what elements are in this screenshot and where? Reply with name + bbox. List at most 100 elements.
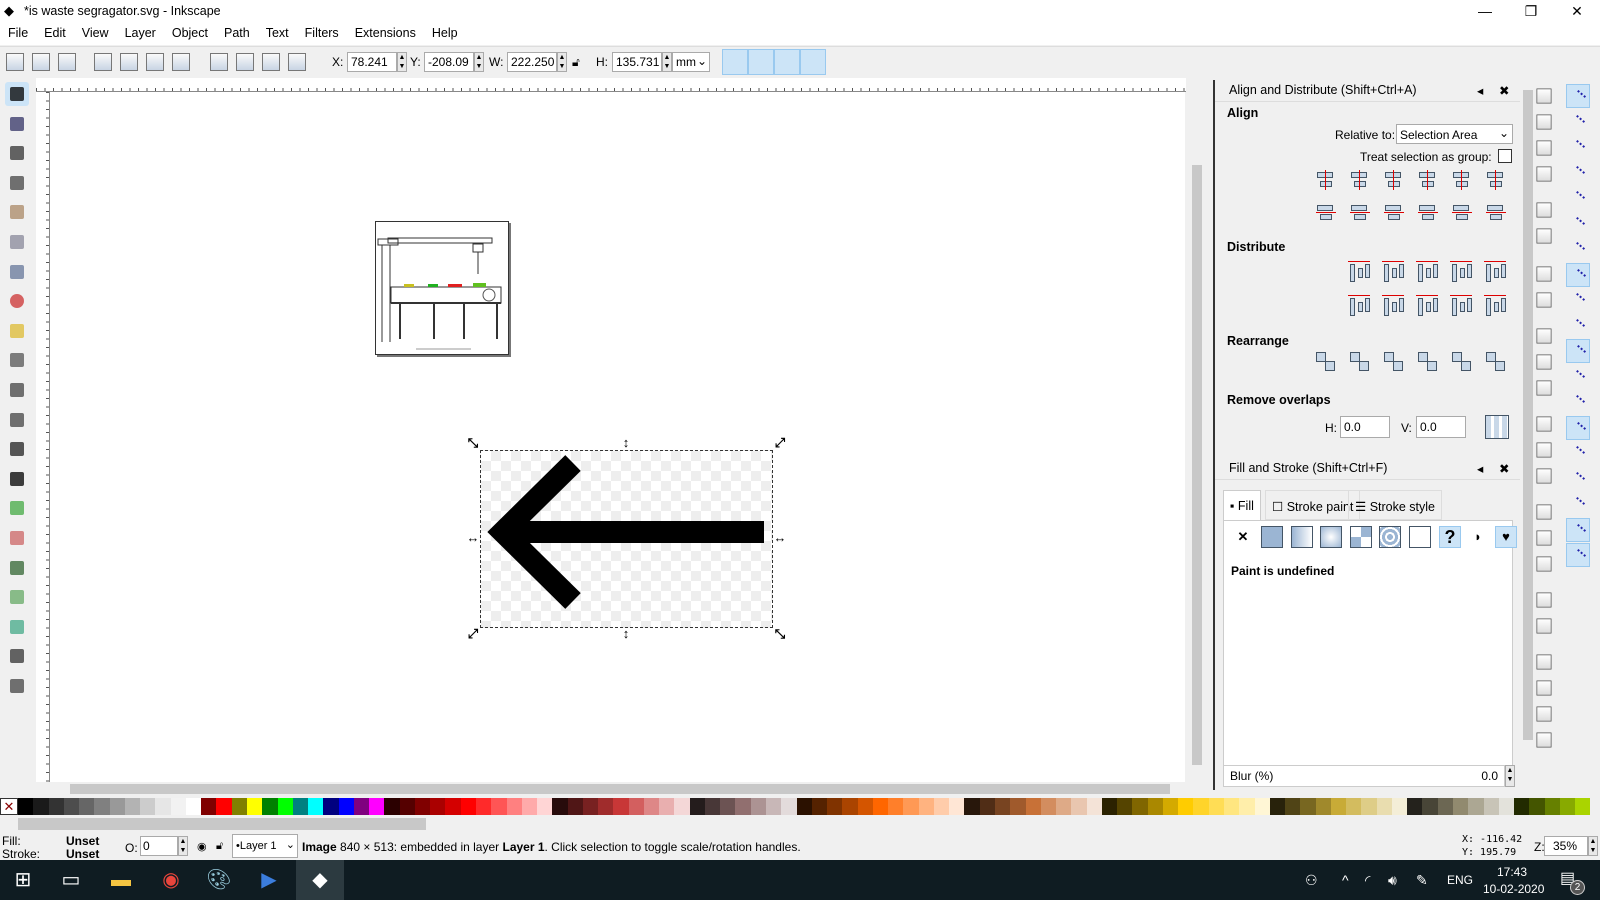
- paint-swatch-button[interactable]: [1409, 526, 1431, 548]
- language-indicator[interactable]: ENG: [1447, 873, 1473, 887]
- palette-swatch[interactable]: [1071, 798, 1087, 815]
- menu-text[interactable]: Text: [258, 23, 297, 45]
- raise-icon[interactable]: [262, 53, 280, 71]
- scale-corners-toggle[interactable]: [748, 49, 774, 75]
- lower-icon[interactable]: [236, 53, 254, 71]
- align-left-to-right-anchor-button[interactable]: [1450, 168, 1474, 192]
- exchange-clockwise-button[interactable]: [1416, 350, 1440, 374]
- page-drawing[interactable]: [375, 221, 509, 355]
- palette-swatch[interactable]: [949, 798, 965, 815]
- open-icon[interactable]: [1536, 114, 1552, 130]
- snap-bbox-edges-icon[interactable]: [1566, 135, 1590, 159]
- panel-close-icon[interactable]: ✖: [1499, 461, 1509, 476]
- y-input[interactable]: -208.09: [424, 52, 474, 72]
- show-hidden-icons-icon[interactable]: ^: [1342, 872, 1349, 888]
- snap-bbox-midpoints-icon[interactable]: [1566, 186, 1590, 210]
- palette-swatch[interactable]: [1559, 798, 1576, 815]
- palette-scrollbar[interactable]: [18, 818, 426, 830]
- palette-swatch[interactable]: [1285, 798, 1301, 815]
- palette-swatch[interactable]: [506, 798, 522, 815]
- clone-icon[interactable]: [1536, 504, 1552, 520]
- snap-nodes-icon[interactable]: [1566, 237, 1590, 261]
- palette-swatch[interactable]: [308, 798, 324, 815]
- palette-swatch[interactable]: [1468, 798, 1484, 815]
- palette-swatch[interactable]: [216, 798, 232, 815]
- lock-icon[interactable]: [1536, 530, 1552, 546]
- menu-layer[interactable]: Layer: [117, 23, 164, 45]
- move-patterns-toggle[interactable]: [800, 49, 826, 75]
- palette-swatch[interactable]: [1056, 798, 1072, 815]
- scale-handle-s[interactable]: ↕: [619, 627, 633, 641]
- node-tool-icon[interactable]: [5, 112, 29, 136]
- canvas[interactable]: [50, 92, 1185, 782]
- palette-swatch[interactable]: [140, 798, 156, 815]
- palette-swatch[interactable]: [369, 798, 385, 815]
- palette-swatch[interactable]: [674, 798, 690, 815]
- 3d-box-tool-icon[interactable]: [5, 260, 29, 284]
- vertical-ruler[interactable]: [36, 92, 50, 782]
- file-explorer-icon[interactable]: ▬: [98, 860, 144, 900]
- palette-swatch[interactable]: [995, 798, 1011, 815]
- zoom-tool-icon[interactable]: [5, 171, 29, 195]
- palette-swatch[interactable]: [155, 798, 171, 815]
- zoom-input[interactable]: 35%: [1544, 836, 1588, 856]
- palette-swatch[interactable]: [1330, 798, 1347, 815]
- snap-bbox-corners-icon[interactable]: [1566, 161, 1590, 185]
- scale-stroke-toggle[interactable]: [722, 49, 748, 75]
- palette-swatch[interactable]: [170, 798, 186, 815]
- palette-swatch[interactable]: [552, 798, 568, 815]
- select-all-icon[interactable]: [6, 53, 24, 71]
- tab-stroke-style[interactable]: ☰ Stroke style: [1348, 490, 1442, 520]
- palette-swatch[interactable]: [323, 798, 339, 815]
- palette-swatch[interactable]: [1452, 798, 1469, 815]
- palette-swatch[interactable]: [659, 798, 675, 815]
- unlock-icon[interactable]: [1536, 556, 1552, 572]
- palette-swatch[interactable]: [277, 798, 293, 815]
- measure-tool-icon[interactable]: [5, 200, 29, 224]
- palette-swatch[interactable]: [124, 798, 141, 815]
- align-bottom-to-top-anchor-button[interactable]: [1450, 201, 1474, 225]
- zoom-page-icon[interactable]: [1536, 468, 1552, 484]
- paint-flat-button[interactable]: [1261, 526, 1283, 548]
- scale-handle-nw[interactable]: ⤡: [466, 436, 480, 450]
- align-bottom-edges-button[interactable]: [1416, 201, 1440, 225]
- palette-swatch[interactable]: [1514, 798, 1530, 815]
- task-view-icon[interactable]: ▭: [48, 860, 94, 900]
- horizontal-ruler[interactable]: [36, 78, 1186, 92]
- align-baseline-text-button[interactable]: [1484, 168, 1508, 192]
- no-paint-swatch[interactable]: ✕: [0, 798, 18, 815]
- y-spinner[interactable]: ▲ ▼: [474, 52, 484, 72]
- palette-swatch[interactable]: [1483, 798, 1499, 815]
- xml-editor-icon[interactable]: [1536, 732, 1552, 748]
- flip-vertical-icon[interactable]: [172, 53, 190, 71]
- layer-lock-icon[interactable]: 🔓︎: [216, 840, 223, 853]
- iconify-icon[interactable]: ◂: [1477, 83, 1483, 98]
- palette-swatch[interactable]: [964, 798, 980, 815]
- inkscape-taskbar-icon[interactable]: ◆: [296, 860, 344, 900]
- palette-swatch[interactable]: [262, 798, 278, 815]
- x-spinner[interactable]: ▲ ▼: [397, 52, 407, 72]
- people-icon[interactable]: ⚇: [1305, 872, 1318, 889]
- menu-path[interactable]: Path: [216, 23, 258, 45]
- palette-swatch[interactable]: [704, 798, 721, 815]
- exchange-selection-order-button[interactable]: [1348, 350, 1372, 374]
- blur-spinner[interactable]: ▲ ▼: [1505, 765, 1515, 787]
- iconify-icon[interactable]: ◂: [1477, 461, 1483, 476]
- paint-pattern-button[interactable]: [1379, 526, 1401, 548]
- snap-grids-icon[interactable]: [1566, 517, 1590, 542]
- snap-cusp-nodes-icon[interactable]: [1566, 314, 1590, 338]
- redo-icon[interactable]: [1536, 292, 1552, 308]
- calligraphy-tool-icon[interactable]: [5, 437, 29, 461]
- tweak-tool-icon[interactable]: [5, 141, 29, 165]
- paint-bucket-tool-icon[interactable]: [5, 556, 29, 580]
- distribute-gaps-h-button[interactable]: [1450, 260, 1474, 284]
- deselect-icon[interactable]: [58, 53, 76, 71]
- menu-object[interactable]: Object: [164, 23, 216, 45]
- palette-swatch[interactable]: [79, 798, 95, 815]
- palette-swatch[interactable]: [384, 798, 400, 815]
- zoom-drawing-icon[interactable]: [1536, 442, 1552, 458]
- pen-icon[interactable]: ✎: [1416, 872, 1428, 889]
- palette-swatch[interactable]: [18, 798, 34, 815]
- distribute-left-edges-button[interactable]: [1348, 260, 1372, 284]
- zoom-spinner[interactable]: ▲ ▼: [1588, 836, 1598, 856]
